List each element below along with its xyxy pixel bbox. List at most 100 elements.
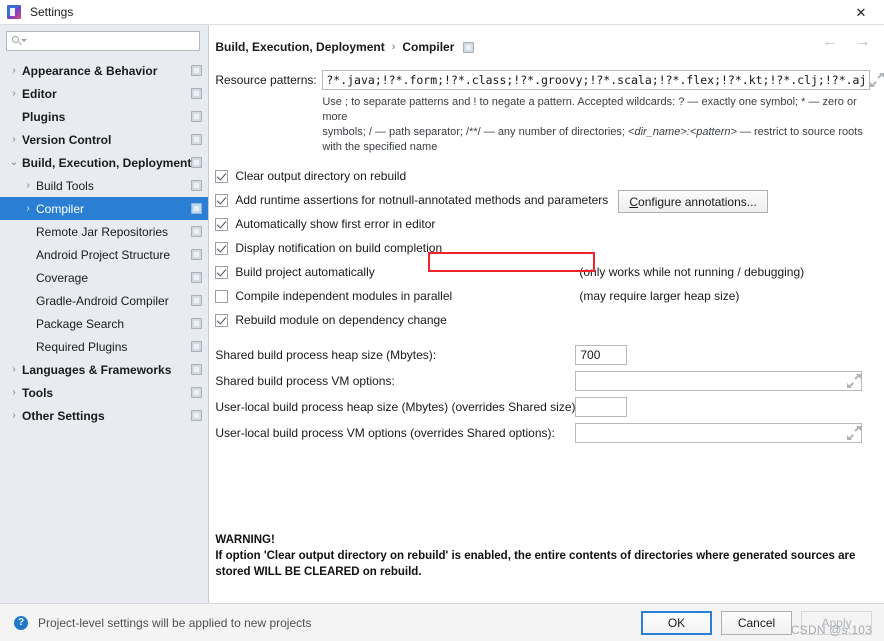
- chevron-right-icon[interactable]: ›: [6, 88, 22, 99]
- checkbox-row-automatically-show-first-error[interactable]: Automatically show first error in editor: [215, 212, 884, 236]
- chevron-right-icon[interactable]: ›: [6, 410, 22, 421]
- checkbox-row-compile-independent-modules[interactable]: Compile independent modules in parallel …: [215, 284, 884, 308]
- shared-vm-options-label: Shared build process VM options:: [215, 374, 395, 388]
- chevron-right-icon[interactable]: ›: [20, 203, 36, 214]
- project-level-badge-icon: [191, 387, 203, 398]
- help-line-2a: symbols; / — path separator; /**/ — any …: [322, 126, 629, 138]
- chevron-right-icon[interactable]: ›: [6, 364, 22, 375]
- project-level-badge-icon: [191, 180, 203, 191]
- breadcrumb-leaf: Compiler: [402, 40, 455, 54]
- automatically-show-first-error-checkbox[interactable]: [215, 217, 229, 231]
- expand-icon[interactable]: [847, 374, 862, 388]
- footer-status-text: Project-level settings will be applied t…: [38, 615, 312, 630]
- sidebar-item-editor[interactable]: › Editor: [0, 82, 208, 105]
- ok-button[interactable]: OK: [641, 610, 712, 635]
- warning-block: WARNING! If option 'Clear output directo…: [215, 532, 865, 580]
- back-arrow-icon[interactable]: ←: [822, 34, 837, 49]
- project-level-badge-icon: [191, 88, 203, 99]
- checkbox-label: Automatically show first error in editor: [235, 217, 436, 231]
- breadcrumb: Build, Execution, Deployment › Compiler: [209, 25, 884, 57]
- sidebar-item-android-project-structure[interactable]: Android Project Structure: [0, 243, 208, 266]
- sidebar-search-wrap: [0, 25, 208, 57]
- project-level-badge-icon: [191, 134, 203, 145]
- shared-vm-options-field[interactable]: [576, 373, 848, 389]
- sidebar-item-label: Version Control: [22, 132, 112, 147]
- title-bar: Settings ✕: [0, 0, 884, 25]
- user-local-vm-options-field[interactable]: [576, 425, 848, 441]
- sidebar-item-languages-frameworks[interactable]: › Languages & Frameworks: [0, 358, 208, 381]
- resource-patterns-input[interactable]: ?*.java;!?*.form;!?*.class;!?*.groovy;!?…: [322, 70, 871, 90]
- sidebar-item-build-execution-deployment[interactable]: ⌄ Build, Execution, Deployment: [0, 151, 208, 174]
- breadcrumb-separator-icon: ›: [391, 41, 396, 53]
- sidebar-item-compiler[interactable]: › Compiler: [0, 197, 209, 220]
- cancel-button[interactable]: Cancel: [721, 610, 792, 635]
- chevron-right-icon[interactable]: ›: [20, 180, 36, 191]
- sidebar-item-label: Plugins: [22, 109, 66, 124]
- forward-arrow-icon[interactable]: →: [855, 34, 870, 49]
- window-title: Settings: [30, 5, 74, 19]
- project-level-badge-icon: [191, 410, 203, 421]
- search-icon: [12, 35, 27, 47]
- sidebar-item-label: Tools: [22, 385, 54, 400]
- warning-line-1: If option 'Clear output directory on reb…: [215, 550, 856, 562]
- add-runtime-assertions-checkbox[interactable]: [215, 193, 229, 207]
- chevron-right-icon[interactable]: ›: [6, 65, 22, 76]
- sidebar-item-build-tools[interactable]: › Build Tools: [0, 174, 208, 197]
- expand-icon[interactable]: [870, 73, 884, 87]
- sidebar-item-version-control[interactable]: › Version Control: [0, 128, 208, 151]
- search-box[interactable]: [6, 31, 201, 51]
- compile-independent-modules-checkbox[interactable]: [215, 289, 229, 303]
- warning-line-2: stored WILL BE CLEARED on rebuild.: [215, 566, 422, 578]
- display-notification-checkbox[interactable]: [215, 241, 229, 255]
- shared-heap-size-input[interactable]: [575, 345, 628, 365]
- sidebar-item-gradle-android-compiler[interactable]: Gradle-Android Compiler: [0, 289, 208, 312]
- help-icon[interactable]: ?: [14, 615, 28, 630]
- build-project-automatically-checkbox[interactable]: [215, 265, 229, 279]
- checkbox-row-clear-output-directory[interactable]: Clear output directory on rebuild: [215, 164, 884, 188]
- checkbox-row-add-runtime-assertions[interactable]: Add runtime assertions for notnull-annot…: [215, 188, 884, 213]
- breadcrumb-root[interactable]: Build, Execution, Deployment: [215, 40, 384, 54]
- sidebar-item-tools[interactable]: › Tools: [0, 381, 208, 404]
- expand-icon[interactable]: [847, 426, 862, 440]
- field-row-shared-heap-size: Shared build process heap size (Mbytes):: [215, 342, 884, 368]
- project-level-badge-icon: [191, 111, 203, 122]
- sidebar-item-label: Compiler: [36, 201, 85, 216]
- configure-annotations-mnemonic: C: [629, 194, 639, 209]
- sidebar-item-label: Build Tools: [36, 178, 94, 193]
- help-line-3: with the specified name: [322, 141, 438, 153]
- sidebar-item-required-plugins[interactable]: Required Plugins: [0, 335, 208, 358]
- search-input[interactable]: [25, 33, 200, 49]
- checkbox-row-rebuild-module-on-dependency-change[interactable]: Rebuild module on dependency change: [215, 308, 884, 332]
- sidebar-item-label: Package Search: [36, 316, 125, 331]
- sidebar-item-label: Remote Jar Repositories: [36, 224, 169, 239]
- user-local-vm-options-input[interactable]: [575, 423, 863, 443]
- sidebar-item-label: Gradle-Android Compiler: [36, 293, 169, 308]
- close-icon[interactable]: ✕: [838, 0, 884, 24]
- shared-vm-options-input[interactable]: [575, 371, 863, 391]
- field-row-user-local-vm-options: User-local build process VM options (ove…: [215, 420, 884, 446]
- configure-annotations-rest: onfigure annotations...: [638, 194, 757, 209]
- sidebar-item-package-search[interactable]: Package Search: [0, 312, 208, 335]
- sidebar-item-coverage[interactable]: Coverage: [0, 266, 208, 289]
- resource-patterns-help: Use ; to separate patterns and ! to nega…: [209, 95, 874, 155]
- sidebar-item-other-settings[interactable]: › Other Settings: [0, 404, 208, 427]
- chevron-down-icon[interactable]: ⌄: [6, 157, 22, 168]
- clear-output-directory-checkbox[interactable]: [215, 169, 229, 183]
- sidebar-item-remote-jar-repositories[interactable]: Remote Jar Repositories: [0, 220, 208, 243]
- chevron-right-icon[interactable]: ›: [6, 387, 22, 398]
- sidebar-item-label: Required Plugins: [36, 339, 128, 354]
- configure-annotations-button[interactable]: Configure annotations...: [618, 190, 768, 213]
- sidebar-item-label: Coverage: [36, 270, 89, 285]
- rebuild-module-on-dependency-change-checkbox[interactable]: [215, 313, 229, 327]
- sidebar-item-appearance-behavior[interactable]: › Appearance & Behavior: [0, 59, 208, 82]
- build-project-automatically-hint: (only works while not running / debuggin…: [579, 265, 805, 279]
- project-level-badge-icon: [191, 364, 203, 375]
- compile-independent-modules-hint: (may require larger heap size): [579, 289, 740, 303]
- checkbox-label: Build project automatically: [235, 265, 375, 279]
- sidebar-item-plugins[interactable]: Plugins: [0, 105, 208, 128]
- resource-patterns-row: Resource patterns: ?*.java;!?*.form;!?*.…: [209, 70, 884, 90]
- user-local-heap-size-input[interactable]: [575, 397, 628, 417]
- checkbox-row-build-project-automatically[interactable]: Build project automatically (only works …: [215, 260, 884, 284]
- checkbox-row-display-notification[interactable]: Display notification on build completion: [215, 236, 884, 260]
- chevron-right-icon[interactable]: ›: [6, 134, 22, 145]
